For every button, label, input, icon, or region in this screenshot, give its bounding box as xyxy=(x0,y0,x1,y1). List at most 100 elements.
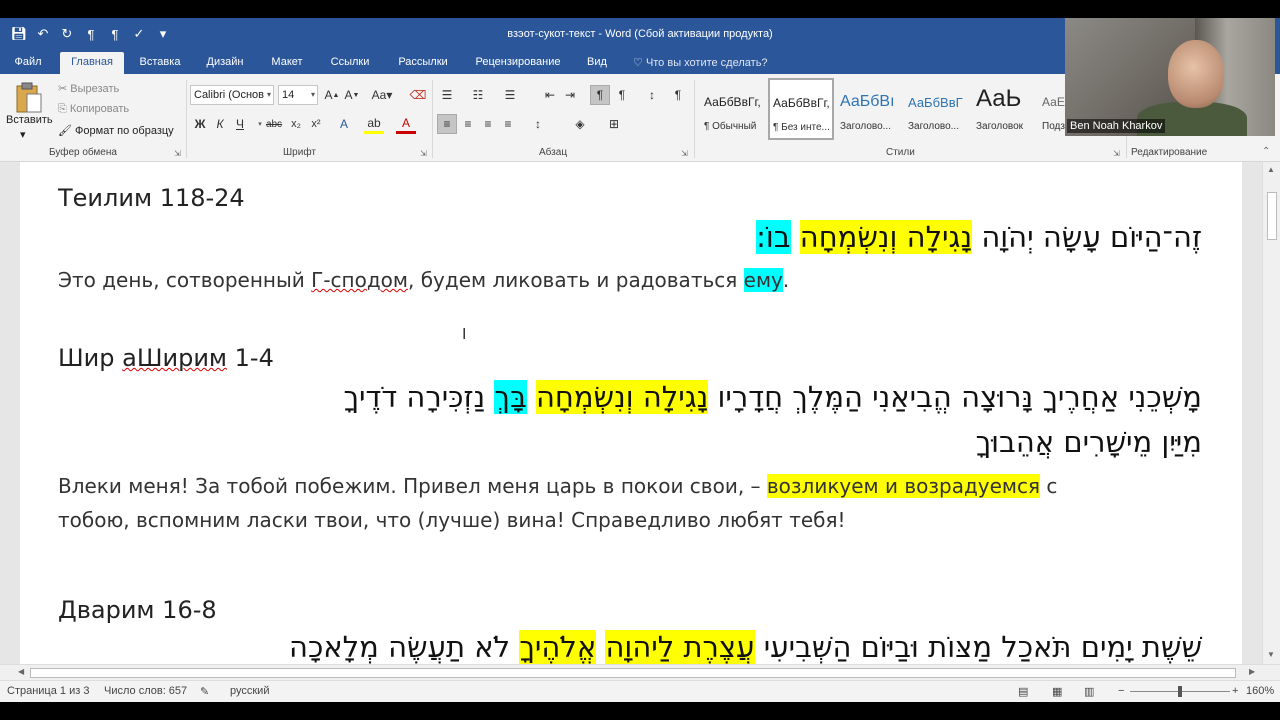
group-font-label: Шрифт xyxy=(283,147,316,158)
style-title[interactable]: АаЬ Заголовок xyxy=(972,78,1038,140)
zoom-in-icon[interactable]: + xyxy=(1232,685,1238,697)
horizontal-scrollbar[interactable]: ◀ ▶ xyxy=(0,664,1280,680)
borders-icon[interactable]: ⊞ xyxy=(604,114,624,134)
scroll-right-icon[interactable]: ▶ xyxy=(1249,667,1255,676)
font-color-icon[interactable]: A xyxy=(396,114,416,134)
section-heading: Теилим 118-24 xyxy=(58,184,245,212)
zoom-level[interactable]: 160% xyxy=(1246,685,1274,697)
print-layout-icon[interactable]: ▦ xyxy=(1052,685,1062,698)
russian-text: с xyxy=(1040,474,1058,498)
highlight-color-icon[interactable]: ab xyxy=(364,114,384,134)
tab-design[interactable]: Дизайн xyxy=(198,54,252,74)
russian-text: , будем ликовать и радоваться xyxy=(408,268,744,292)
heading-text: 1-4 xyxy=(227,344,274,372)
scroll-thumb[interactable] xyxy=(1267,192,1277,240)
style-normal[interactable]: АаБбВвГг, ¶ Обычный xyxy=(700,78,766,140)
bold-button[interactable]: Ж xyxy=(190,114,210,134)
participant-name: Ben Noah Kharkov xyxy=(1067,119,1166,133)
scroll-left-icon[interactable]: ◀ xyxy=(18,667,24,676)
style-name: Заголовок xyxy=(976,121,1024,132)
chevron-down-icon[interactable]: ▾ xyxy=(20,128,26,141)
styles-launcher-icon[interactable]: ⇲ xyxy=(1113,149,1120,158)
word-count[interactable]: Число слов: 657 xyxy=(104,685,187,697)
font-name-select[interactable]: Calibri (Основ ▾ xyxy=(190,85,274,105)
paste-icon[interactable] xyxy=(15,82,43,114)
format-painter-button[interactable]: 🖌︎ Формат по образцу xyxy=(58,124,174,137)
decrease-indent-icon[interactable]: ⇤ xyxy=(540,85,560,105)
multilevel-list-icon[interactable]: ☰ xyxy=(500,85,520,105)
rtl-direction-icon[interactable]: ¶ xyxy=(590,85,610,105)
style-sample: АаБбВı xyxy=(840,93,895,110)
style-heading-2[interactable]: АаБбВвГ Заголово... xyxy=(904,78,970,140)
russian-translation-line-2: тобою, вспомним ласки твои, что (лучше) … xyxy=(58,508,846,532)
web-layout-icon[interactable]: ▥ xyxy=(1084,685,1094,698)
tell-me-box[interactable]: ♡ Что вы хотите сделать? xyxy=(633,56,768,69)
cut-button[interactable]: ✂ Вырезать xyxy=(58,82,119,95)
russian-text: . xyxy=(782,268,790,292)
language-indicator[interactable]: русский xyxy=(230,685,269,697)
style-sample: АаБбВвГ xyxy=(908,95,963,110)
scroll-thumb[interactable] xyxy=(30,668,1236,678)
paste-button[interactable]: Вставить xyxy=(6,114,53,126)
superscript-icon[interactable]: x² xyxy=(306,114,326,134)
tab-references[interactable]: Ссылки xyxy=(322,54,378,74)
paragraph-launcher-icon[interactable]: ⇲ xyxy=(681,149,688,158)
zoom-out-icon[interactable]: − xyxy=(1118,685,1124,697)
scroll-up-icon[interactable]: ▲ xyxy=(1267,165,1275,174)
italic-button[interactable]: К xyxy=(210,114,230,134)
read-mode-icon[interactable]: ▤ xyxy=(1018,685,1028,698)
zoom-slider-thumb[interactable] xyxy=(1178,686,1182,697)
highlighted-hebrew: נָגִילָה וְנִשְׂמְחָה xyxy=(799,220,973,254)
strikethrough-button[interactable]: abc xyxy=(264,114,284,134)
collapse-ribbon-icon[interactable]: ⌃ xyxy=(1262,146,1270,157)
font-launcher-icon[interactable]: ⇲ xyxy=(420,149,427,158)
status-bar: Страница 1 из 3 Число слов: 657 ✎ русски… xyxy=(0,680,1280,702)
style-no-spacing[interactable]: АаБбВвГг, ¶ Без инте... xyxy=(768,78,834,140)
tab-layout[interactable]: Макет xyxy=(262,54,312,74)
tab-review[interactable]: Рецензирование xyxy=(468,54,568,74)
highlighted-russian: возликуем и возрадуемся xyxy=(766,474,1041,498)
video-call-tile: Ben Noah Kharkov xyxy=(1065,18,1275,136)
text-effects-icon[interactable]: A xyxy=(334,114,354,134)
tab-mailings[interactable]: Рассылки xyxy=(390,54,456,74)
style-subtitle[interactable]: АаЕ Подз xyxy=(1038,78,1066,140)
tab-insert[interactable]: Вставка xyxy=(132,54,188,74)
align-right-icon[interactable]: ≡ xyxy=(478,114,498,134)
bullets-icon[interactable]: ☰ xyxy=(437,85,457,105)
subscript-icon[interactable]: x₂ xyxy=(286,114,306,134)
document-area: Теилим 118-24 זֶה־הַיּוֹם עָשָׂה יְהֹוָה… xyxy=(0,162,1280,664)
spelling-error-text: аШирим xyxy=(122,344,228,372)
tab-file[interactable]: Файл xyxy=(8,54,48,74)
copy-button[interactable]: ⎘ Копировать xyxy=(58,103,129,116)
style-name: Подз xyxy=(1042,121,1065,132)
tab-home[interactable]: Главная xyxy=(60,52,124,74)
vertical-scrollbar[interactable]: ▲ ▼ xyxy=(1262,162,1280,664)
shading-icon[interactable]: ◈ xyxy=(570,114,590,134)
show-marks-icon[interactable]: ¶ xyxy=(668,85,688,105)
align-left-icon[interactable]: ≡ xyxy=(437,114,457,134)
clear-formatting-icon[interactable]: ⌫ xyxy=(408,85,428,105)
shrink-font-icon[interactable]: A ▼ xyxy=(342,85,362,105)
font-size-select[interactable]: 14 ▾ xyxy=(278,85,318,105)
video-person-head xyxy=(1168,40,1224,108)
tab-view[interactable]: Вид xyxy=(580,54,614,74)
change-case-icon[interactable]: Aa▾ xyxy=(368,85,396,105)
font-name-value: Calibri (Основ xyxy=(194,89,264,101)
numbering-icon[interactable]: ☷ xyxy=(468,85,488,105)
hebrew-space xyxy=(527,380,536,414)
proofing-icon[interactable]: ✎ xyxy=(200,685,209,698)
line-spacing-icon[interactable]: ↕ xyxy=(528,114,548,134)
document-page[interactable]: Теилим 118-24 זֶה־הַיּוֹם עָשָׂה יְהֹוָה… xyxy=(20,162,1242,664)
justify-icon[interactable]: ≡ xyxy=(498,114,518,134)
sort-icon[interactable]: ↕ xyxy=(642,85,662,105)
clipboard-launcher-icon[interactable]: ⇲ xyxy=(174,149,181,158)
align-center-icon[interactable]: ≡ xyxy=(458,114,478,134)
grow-font-icon[interactable]: A ▲ xyxy=(322,85,342,105)
style-heading-1[interactable]: АаБбВı Заголово... xyxy=(836,78,902,140)
scroll-down-icon[interactable]: ▼ xyxy=(1267,650,1275,659)
increase-indent-icon[interactable]: ⇥ xyxy=(560,85,580,105)
page-count[interactable]: Страница 1 из 3 xyxy=(7,685,89,697)
russian-translation: Это день, сотворенный Г-сподом, будем ли… xyxy=(58,268,789,292)
underline-button[interactable]: Ч xyxy=(230,114,250,134)
ltr-direction-icon[interactable]: ¶ xyxy=(612,85,632,105)
